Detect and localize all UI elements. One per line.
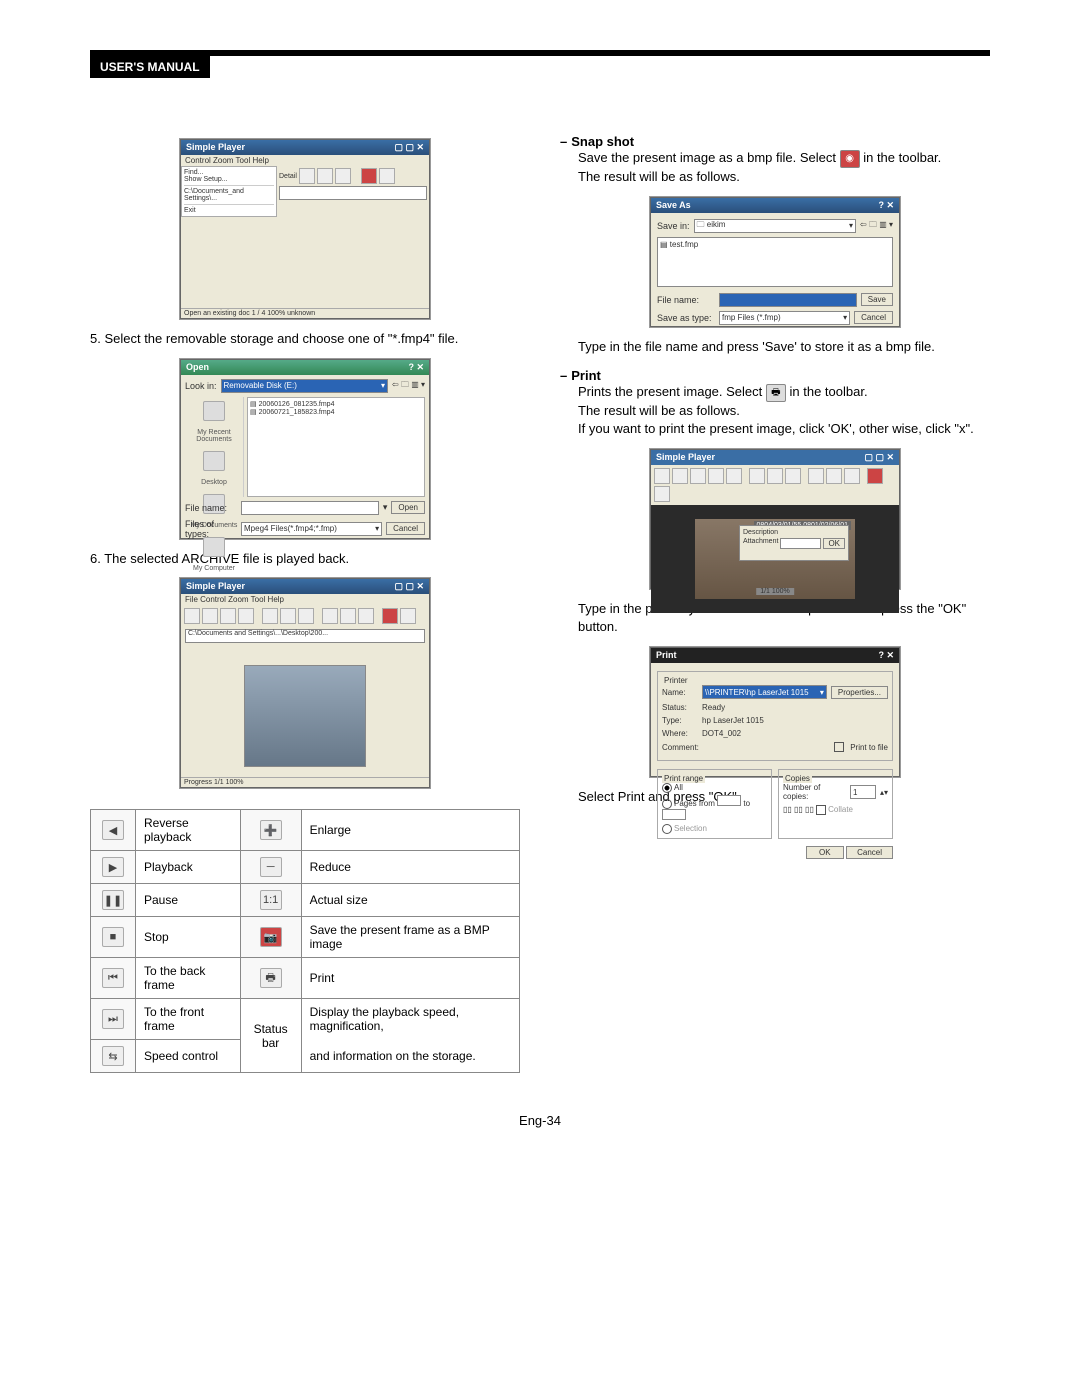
actual-size-label: Actual size xyxy=(301,884,519,917)
right-column: –Snap shot Save the present image as a b… xyxy=(560,128,990,1073)
screenshot-open-dialog: Open? ✕ Look in: Removable Disk (E:)▾ ⇦ … xyxy=(179,358,431,540)
back-frame-label: To the back frame xyxy=(136,958,241,999)
playback-buttons-table: ◀ Reverse playback ➕ Enlarge ▶ Playback … xyxy=(90,809,520,1073)
header-title: USER'S MANUAL xyxy=(90,56,210,78)
enlarge-icon: ➕ xyxy=(260,820,282,840)
status-bar-label: Status bar xyxy=(240,999,301,1073)
stop-icon: ■ xyxy=(102,927,124,947)
print-text-2: in the toolbar. xyxy=(790,384,868,399)
screenshot-print-dialog: Print? ✕ Printer Name:\\PRINTER\hp Laser… xyxy=(649,646,901,778)
screenshot-save-as: Save As? ✕ Save in: 🗀 eikim▾ ⇦ 🗀 ▥ ▾ ▤ t… xyxy=(649,196,901,328)
actual-size-icon: 1:1 xyxy=(260,890,282,910)
back-frame-icon: ⏮ xyxy=(102,968,124,988)
camera-icon: ◉ xyxy=(840,150,860,168)
print-section-title: Print xyxy=(571,368,601,383)
enlarge-label: Enlarge xyxy=(301,810,519,851)
status-bar-desc-2: and information on the storage. xyxy=(301,1040,519,1073)
speed-control-label: Speed control xyxy=(136,1040,241,1073)
reduce-icon: ─ xyxy=(260,857,282,877)
save-bmp-label: Save the present frame as a BMP image xyxy=(301,917,519,958)
screenshot-playback: Simple Player▢ ▢ ✕ File Control Zoom Too… xyxy=(179,577,431,789)
print-text-4: If you want to print the present image, … xyxy=(578,420,990,438)
print-text-1: Prints the present image. Select xyxy=(578,384,766,399)
print-text-3: The result will be as follows. xyxy=(578,402,990,420)
screenshot-player-open-menu: Simple Player▢ ▢ ✕ Control Zoom Tool Hel… xyxy=(179,138,431,320)
snapshot-title: Snap shot xyxy=(571,134,634,149)
screenshot-print-preview: Simple Player▢ ▢ ✕ 0804/03/01/55 0801/02… xyxy=(649,448,901,590)
page-number: Eng-34 xyxy=(90,1113,990,1128)
pause-icon: ❚❚ xyxy=(102,890,124,910)
snapshot-text-2: in the toolbar. xyxy=(863,150,941,165)
print-label: Print xyxy=(301,958,519,999)
printer-icon: 🖶 xyxy=(766,384,786,402)
snapshot-after-text: Type in the file name and press 'Save' t… xyxy=(578,338,990,356)
step-6: 6. The selected ARCHIVE file is played b… xyxy=(90,550,520,568)
speed-control-icon: ⇆ xyxy=(102,1046,124,1066)
print-icon: 🖶 xyxy=(260,968,282,988)
stop-label: Stop xyxy=(136,917,241,958)
playback-label: Playback xyxy=(136,851,241,884)
snapshot-text-1: Save the present image as a bmp file. Se… xyxy=(578,150,840,165)
reverse-playback-label: Reverse playback xyxy=(136,810,241,851)
front-frame-icon: ⏭ xyxy=(102,1009,124,1029)
pause-label: Pause xyxy=(136,884,241,917)
save-bmp-icon: 📷 xyxy=(260,927,282,947)
step-5: 5. Select the removable storage and choo… xyxy=(90,330,520,348)
status-bar-desc-1: Display the playback speed, magnificatio… xyxy=(301,999,519,1040)
snapshot-text-3: The result will be as follows. xyxy=(578,168,990,186)
reduce-label: Reduce xyxy=(301,851,519,884)
reverse-playback-icon: ◀ xyxy=(102,820,124,840)
left-column: Simple Player▢ ▢ ✕ Control Zoom Tool Hel… xyxy=(90,128,520,1073)
playback-icon: ▶ xyxy=(102,857,124,877)
front-frame-label: To the front frame xyxy=(136,999,241,1040)
